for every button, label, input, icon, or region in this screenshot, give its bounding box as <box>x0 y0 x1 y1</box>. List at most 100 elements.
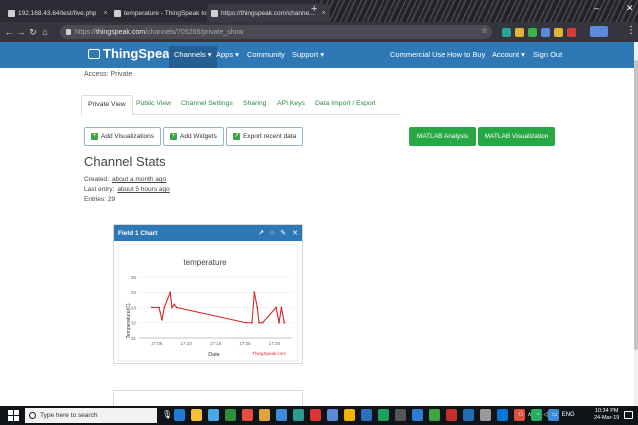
new-tab-button[interactable]: + <box>311 3 317 15</box>
microphone-icon[interactable]: 🎙 <box>162 410 172 419</box>
tab-public-view[interactable]: Public View <box>136 100 171 107</box>
nav-community[interactable]: Community <box>247 50 285 59</box>
data-point <box>173 303 176 306</box>
app-icon[interactable] <box>395 409 406 421</box>
y-tick-label: 33 <box>131 305 137 310</box>
tab-api-keys[interactable]: API Keys <box>277 100 305 107</box>
language-indicator[interactable]: ENG <box>562 412 575 418</box>
tab-channel-settings[interactable]: Channel Settings <box>181 100 233 107</box>
app-icon[interactable] <box>361 409 372 421</box>
export-icon: ↗ <box>233 133 240 140</box>
nav-support[interactable]: Support ▾ <box>292 50 324 59</box>
nav-sign-out[interactable]: Sign Out <box>533 50 562 59</box>
export-recent-data-button[interactable]: ↗ Export recent data <box>226 127 304 146</box>
windows-taskbar: Type here to search 🎙 ⚇ ∧ ◔ ◁ ▭ ENG 10:3… <box>0 406 638 425</box>
home-icon[interactable]: ⌂ <box>39 27 51 37</box>
extension-icon[interactable] <box>528 27 537 37</box>
app-icon[interactable] <box>276 409 287 421</box>
app-icon[interactable] <box>344 409 355 421</box>
app-icon[interactable] <box>225 409 236 421</box>
reload-icon[interactable]: ↻ <box>27 27 39 38</box>
chrome-icon[interactable] <box>378 409 389 421</box>
profile-avatar[interactable] <box>590 26 608 37</box>
file-explorer-icon[interactable] <box>191 409 202 421</box>
bookmark-star-icon[interactable]: ☆ <box>481 26 488 35</box>
app-icon[interactable] <box>327 409 338 421</box>
windows-start-icon[interactable] <box>8 410 19 421</box>
extension-icon[interactable] <box>554 27 563 37</box>
back-icon[interactable]: ← <box>3 27 15 37</box>
browser-tab-strip: 192.168.43.64/test/five.php × temperatur… <box>0 0 638 22</box>
matlab-visualization-button[interactable]: MATLAB Visualization <box>478 127 555 146</box>
data-point <box>283 321 286 324</box>
extension-icon[interactable] <box>567 27 576 37</box>
app-icon[interactable] <box>242 409 253 421</box>
chart-credit: ThingSpeak.com <box>252 351 286 356</box>
edge-icon[interactable] <box>174 409 185 421</box>
created-stat: Created: about a month ago <box>84 176 167 183</box>
app-icon[interactable] <box>480 409 491 421</box>
app-icon[interactable] <box>310 409 321 421</box>
tab-private-view[interactable]: Private View <box>81 95 133 116</box>
volume-icon[interactable]: ◁ <box>543 411 548 418</box>
scrollbar-thumb[interactable] <box>634 60 638 350</box>
store-icon[interactable] <box>208 409 219 421</box>
nav-commercial-use[interactable]: Commercial Use <box>390 50 445 59</box>
matlab-analysis-button[interactable]: MATLAB Analysis <box>409 127 476 146</box>
browser-menu-icon[interactable]: ⋮ <box>626 25 636 36</box>
browser-tab-1[interactable]: 192.168.43.64/test/five.php × <box>4 4 112 22</box>
add-visualizations-button[interactable]: + Add Visualizations <box>84 127 161 146</box>
data-point <box>278 321 280 324</box>
app-icon[interactable] <box>412 409 423 421</box>
y-tick-label: 32 <box>131 321 137 326</box>
close-icon[interactable]: ✕ <box>292 229 298 237</box>
extension-icon[interactable] <box>502 27 511 37</box>
access-label: Access: Private <box>84 71 133 78</box>
data-point <box>275 306 278 309</box>
app-icon[interactable] <box>463 409 474 421</box>
minimize-button[interactable]: – <box>594 3 599 13</box>
add-widgets-button[interactable]: + Add Widgets <box>163 127 224 146</box>
app-icon[interactable] <box>446 409 457 421</box>
channel-tabs: Private View Public View Channel Setting… <box>81 95 401 116</box>
app-icon[interactable] <box>293 409 304 421</box>
clock[interactable]: 10:34 PM 24-Mar-19 <box>594 408 619 422</box>
widget-title: Field 1 Chart <box>118 229 158 237</box>
notifications-icon[interactable] <box>624 411 633 419</box>
external-link-icon[interactable]: ↗ <box>258 229 264 237</box>
nav-how-to-buy[interactable]: How to Buy <box>447 50 485 59</box>
nav-channels[interactable]: Channels ▾ <box>169 46 217 68</box>
tray-expand-icon[interactable]: ∧ <box>527 411 531 418</box>
last-entry-value: about 5 hours ago <box>117 186 170 193</box>
tab-data-import-export[interactable]: Data Import / Export <box>315 100 376 107</box>
comment-icon[interactable]: ○ <box>270 230 274 237</box>
nav-apps[interactable]: Apps ▾ <box>216 50 239 59</box>
taskbar-search-input[interactable]: Type here to search <box>25 408 157 423</box>
tab-sharing[interactable]: Sharing <box>243 100 266 107</box>
chat-logo-icon <box>88 48 100 59</box>
pencil-icon[interactable]: ✎ <box>280 229 286 237</box>
people-icon[interactable]: ⚇ <box>518 411 523 418</box>
thingspeak-navbar: ThingSpeak™ Channels ▾ Apps ▾ Community … <box>0 42 634 68</box>
tab-close-icon[interactable]: × <box>322 10 326 17</box>
page-content: Access: Private Private View Public View… <box>0 68 634 406</box>
data-point <box>258 321 260 324</box>
page-scrollbar[interactable] <box>634 42 638 406</box>
app-icon[interactable] <box>497 409 508 421</box>
network-icon[interactable]: ◔ <box>536 412 540 418</box>
forward-icon[interactable]: → <box>15 27 27 37</box>
data-point <box>158 306 160 309</box>
close-window-button[interactable]: ✕ <box>626 3 634 14</box>
app-icon[interactable] <box>259 409 270 421</box>
app-icon[interactable] <box>429 409 440 421</box>
plus-icon: + <box>170 133 177 140</box>
tab-favicon-icon <box>211 9 218 17</box>
tab-close-icon[interactable]: × <box>103 10 107 17</box>
keyboard-icon[interactable]: ▭ <box>552 411 558 418</box>
url-input[interactable]: https://thingspeak.com/channels/705265/p… <box>60 25 492 39</box>
data-point <box>256 306 259 309</box>
extension-icon[interactable] <box>541 27 550 37</box>
url-text: https://thingspeak.com/channels/705265/p… <box>75 28 244 36</box>
nav-account[interactable]: Account ▾ <box>492 50 525 59</box>
extension-icon[interactable] <box>515 27 524 37</box>
